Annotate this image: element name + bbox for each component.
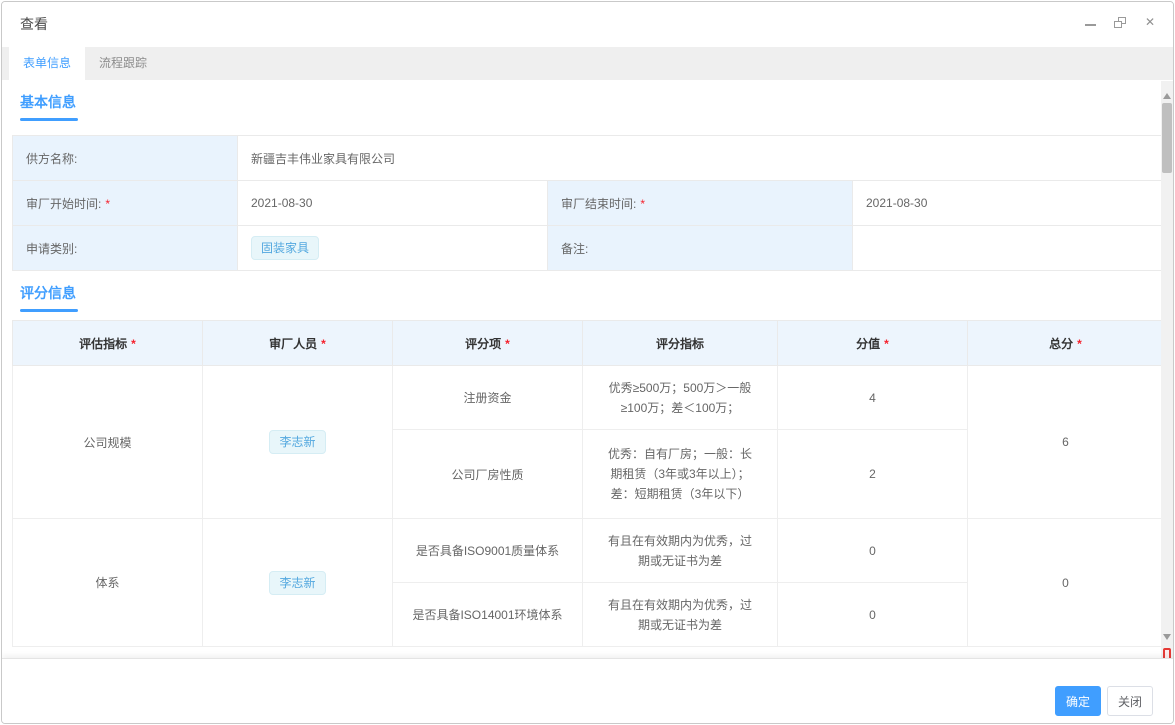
scroll-thumb[interactable]: [1162, 103, 1172, 173]
scoring-header-row: 评估指标* 审厂人员* 评分项* 评分指标 分值* 总分*: [13, 321, 1164, 366]
remark-label: 备注:: [548, 226, 853, 271]
col-item-header: 评分项*: [393, 321, 583, 366]
audit-start-label: 审厂开始时间:*: [13, 181, 238, 226]
total-cell: 6: [968, 366, 1164, 519]
view-dialog: 查看 ✕ 表单信息 流程跟踪 基本信息 供方名称: 新疆吉丰伟业家具有限公司: [1, 1, 1174, 724]
auditor-cell: 李志新: [203, 366, 393, 519]
scoring-heading: 评分信息: [20, 285, 76, 301]
criteria-cell: 优秀≥500万；500万＞一般≥100万；差＜100万；: [583, 366, 778, 430]
category-label: 申请类别:: [13, 226, 238, 271]
score-cell: 0: [778, 583, 968, 647]
scoring-item-cell: 是否具备ISO9001质量体系: [393, 519, 583, 583]
category-value: 固装家具: [238, 226, 548, 271]
col-auditor-header: 审厂人员*: [203, 321, 393, 366]
audit-end-value: 2021-08-30: [853, 181, 1164, 226]
table-row: 审厂开始时间:* 2021-08-30 审厂结束时间:* 2021-08-30: [13, 181, 1164, 226]
close-button[interactable]: 关闭: [1107, 686, 1153, 716]
table-row: 供方名称: 新疆吉丰伟业家具有限公司: [13, 136, 1164, 181]
dialog-content: 基本信息 供方名称: 新疆吉丰伟业家具有限公司 审厂开始时间:* 2021-08…: [2, 80, 1163, 658]
score-cell: 2: [778, 430, 968, 519]
scoring-item-cell: 是否具备ISO14001环境体系: [393, 583, 583, 647]
dialog-footer: 确定 关闭: [2, 658, 1173, 724]
scoring-item-cell: 公司厂房性质: [393, 430, 583, 519]
basic-info-table: 供方名称: 新疆吉丰伟业家具有限公司 审厂开始时间:* 2021-08-30 审…: [12, 135, 1163, 271]
section-basic-info-title: 基本信息: [20, 92, 1163, 121]
confirm-button[interactable]: 确定: [1055, 686, 1101, 716]
col-score-header: 分值*: [778, 321, 968, 366]
basic-info-underline: [20, 118, 78, 121]
scoring-table: 评估指标* 审厂人员* 评分项* 评分指标 分值* 总分* 公司规模 李志新 注…: [12, 320, 1163, 647]
scoring-item-cell: 注册资金: [393, 366, 583, 430]
score-cell: 4: [778, 366, 968, 430]
criteria-cell: 有且在有效期内为优秀，过期或无证书为差: [583, 583, 778, 647]
auditor-tag: 李志新: [269, 571, 325, 595]
table-row: 体系 李志新 是否具备ISO9001质量体系 有且在有效期内为优秀，过期或无证书…: [13, 519, 1164, 583]
total-cell: 0: [968, 519, 1164, 647]
scoring-underline: [20, 309, 78, 312]
supplier-name-label: 供方名称:: [13, 136, 238, 181]
tab-form-info[interactable]: 表单信息: [9, 47, 85, 80]
scroll-down-arrow-icon[interactable]: [1163, 634, 1171, 644]
score-cell: 0: [778, 519, 968, 583]
indicator-cell: 体系: [13, 519, 203, 647]
audit-end-label: 审厂结束时间:*: [548, 181, 853, 226]
dialog-title: 查看: [20, 14, 48, 34]
tab-bar: 表单信息 流程跟踪: [2, 47, 1173, 80]
dialog-titlebar: 查看 ✕: [2, 2, 1173, 47]
criteria-cell: 优秀：自有厂房；一般：长期租赁（3年或3年以上）；差：短期租赁（3年以下）: [583, 430, 778, 519]
remark-value: [853, 226, 1164, 271]
auditor-tag: 李志新: [269, 430, 325, 454]
vertical-scrollbar[interactable]: [1161, 81, 1173, 658]
window-controls: ✕: [1083, 15, 1157, 29]
category-tag: 固装家具: [251, 236, 319, 260]
col-criteria-header: 评分指标: [583, 321, 778, 366]
tab-process-tracking[interactable]: 流程跟踪: [85, 47, 161, 80]
table-row: 公司规模 李志新 注册资金 优秀≥500万；500万＞一般≥100万；差＜100…: [13, 366, 1164, 430]
close-icon[interactable]: ✕: [1143, 15, 1157, 29]
audit-start-value: 2021-08-30: [238, 181, 548, 226]
col-indicator-header: 评估指标*: [13, 321, 203, 366]
col-total-header: 总分*: [968, 321, 1164, 366]
scroll-up-arrow-icon[interactable]: [1163, 89, 1171, 99]
section-scoring-title: 评分信息: [20, 283, 1163, 312]
indicator-cell: 公司规模: [13, 366, 203, 519]
supplier-name-value: 新疆吉丰伟业家具有限公司: [238, 136, 1164, 181]
basic-info-heading: 基本信息: [20, 94, 76, 110]
auditor-cell: 李志新: [203, 519, 393, 647]
minimize-icon[interactable]: [1083, 15, 1097, 29]
table-row: 申请类别: 固装家具 备注:: [13, 226, 1164, 271]
criteria-cell: 有且在有效期内为优秀，过期或无证书为差: [583, 519, 778, 583]
restore-icon[interactable]: [1113, 15, 1127, 29]
